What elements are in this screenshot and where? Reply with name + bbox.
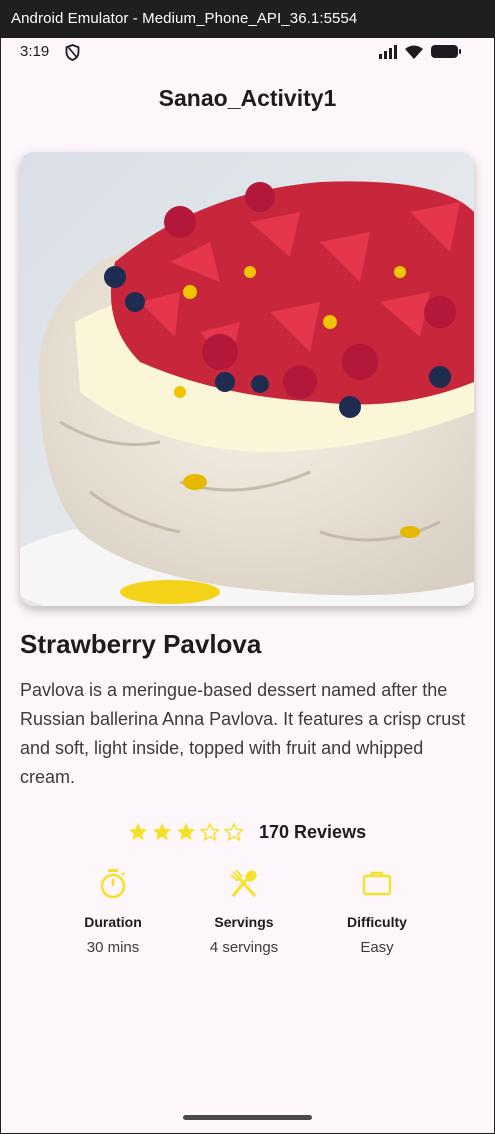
fork-knife-icon	[230, 869, 257, 898]
info-servings: Servings 4 servings	[179, 868, 309, 956]
info-label: Difficulty	[347, 914, 407, 930]
info-value: Easy	[360, 939, 394, 956]
status-bar: 3:19	[1, 38, 494, 66]
pavlova-photo	[20, 152, 474, 606]
phone-screen: 3:19 Sanao_Activity1 Strawberry Pavlova …	[1, 38, 494, 1133]
emulator-title-bar: Android Emulator - Medium_Phone_API_36.1…	[0, 0, 495, 38]
star-filled-icon	[152, 822, 172, 841]
info-label: Servings	[214, 914, 274, 930]
info-duration: Duration 30 mins	[48, 868, 178, 956]
app-bar-title: Sanao_Activity1	[158, 85, 337, 111]
star-outline-icon	[199, 821, 221, 842]
info-difficulty: Difficulty Easy	[312, 868, 442, 956]
info-value: 4 servings	[209, 939, 279, 956]
star-filled-icon	[176, 822, 196, 841]
status-time: 3:19	[20, 43, 50, 60]
timer-icon	[100, 869, 126, 899]
star-outline-icon	[223, 821, 245, 842]
briefcase-icon	[362, 871, 392, 896]
shield-icon	[65, 44, 80, 61]
window-title: Android Emulator - Medium_Phone_API_36.1…	[11, 10, 358, 27]
recipe-description: Pavlova is a meringue-based dessert name…	[20, 680, 466, 787]
reviews-count: 170 Reviews	[259, 821, 367, 842]
battery-icon	[431, 45, 461, 58]
rating-row: 170 Reviews	[127, 821, 366, 843]
wifi-icon	[405, 45, 423, 59]
gesture-nav-handle[interactable]	[183, 1115, 312, 1120]
star-filled-icon	[128, 822, 148, 841]
signal-icon	[379, 45, 397, 59]
info-value: 30 mins	[86, 939, 140, 956]
recipe-title: Strawberry Pavlova	[20, 629, 262, 659]
rating-stars	[127, 821, 245, 843]
info-label: Duration	[84, 914, 142, 930]
